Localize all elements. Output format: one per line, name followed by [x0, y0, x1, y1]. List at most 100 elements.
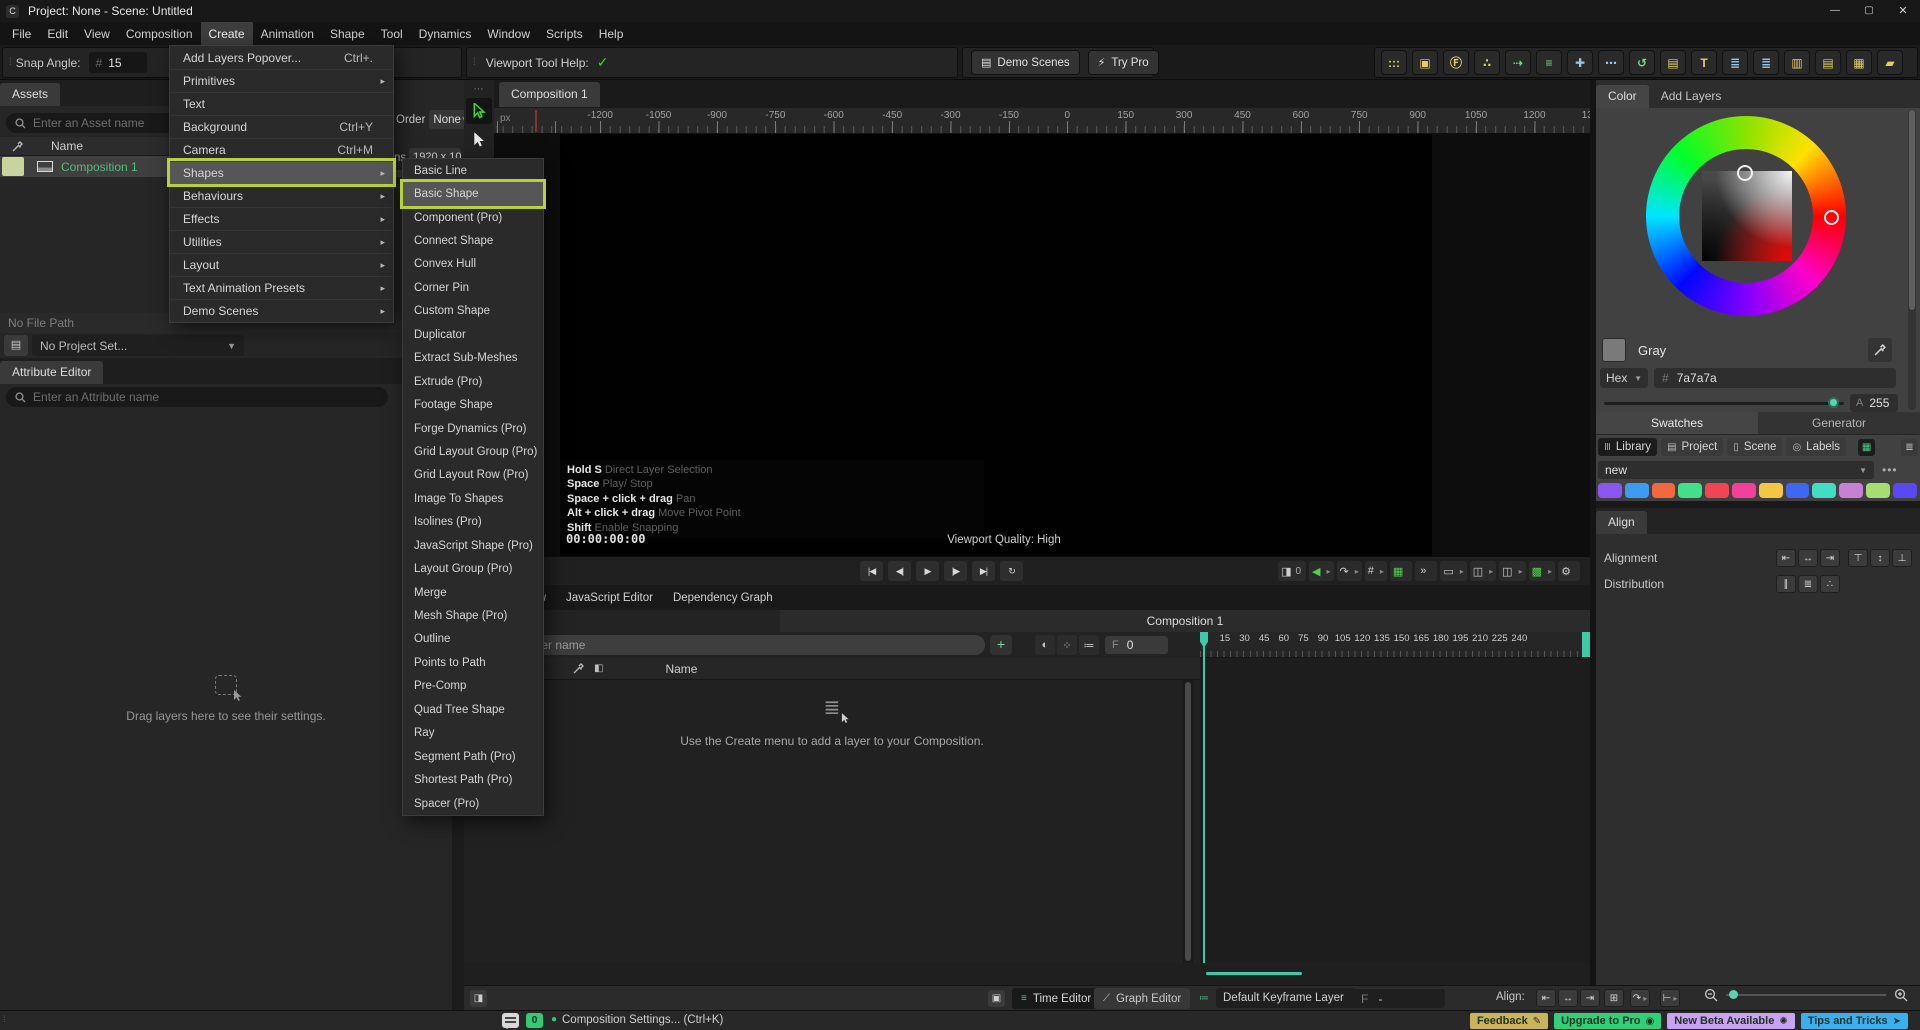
eyedropper-icon[interactable] [573, 663, 584, 674]
gantt-bars-b-icon[interactable]: ≣ [1753, 50, 1779, 75]
swatch-source-button[interactable]: ▯Scene [1727, 438, 1782, 456]
play-button[interactable]: ▶ [916, 561, 939, 581]
timeline-h-scrollbar[interactable] [1206, 972, 1302, 975]
panel-toggle-mid-icon[interactable]: ▣ [988, 990, 1005, 1007]
drag-grip-icon[interactable]: ⁞ [3, 1014, 6, 1024]
create-menu-item[interactable]: Shapes ▸ [170, 161, 393, 184]
shapes-submenu-item[interactable]: Image To Shapes [403, 487, 543, 510]
color-swatch[interactable] [1759, 483, 1783, 498]
eyedropper-icon[interactable] [12, 141, 23, 152]
shapes-submenu-item[interactable]: Footage Shape [403, 393, 543, 416]
menu-item[interactable]: Composition [118, 22, 201, 45]
panel-dots-icon[interactable]: ⋯ [464, 84, 494, 95]
select-tool-button[interactable] [466, 98, 492, 124]
order-select[interactable]: None ▼ [429, 110, 467, 129]
sv-selector[interactable] [1737, 165, 1753, 181]
filmstrip-icon[interactable]: ▤ [1660, 50, 1686, 75]
demo-scenes-button[interactable]: ▤ Demo Scenes [971, 50, 1080, 75]
create-menu-item[interactable]: Add Layers Popover... Ctrl+. [170, 46, 393, 69]
keyframe-layer-icon[interactable]: ≔ [1196, 990, 1212, 1006]
status-action-button[interactable]: Feedback✎ [1470, 1013, 1548, 1029]
menu-item[interactable]: Window [479, 22, 538, 45]
shapes-submenu-item[interactable]: Isolines (Pro) [403, 511, 543, 534]
check-icon[interactable]: ✓ [597, 54, 609, 71]
camera-icon[interactable]: ▰ [1877, 50, 1903, 75]
create-menu-item[interactable]: Primitives ▸ [170, 69, 393, 92]
create-menu-item[interactable]: Layout ▸ [170, 253, 393, 276]
hue-selector[interactable] [1824, 210, 1839, 225]
color-swatch[interactable] [1839, 483, 1863, 498]
color-swatch[interactable] [1866, 483, 1890, 498]
shapes-submenu-item[interactable]: Duplicator [403, 323, 543, 346]
panel-toggle-left-icon[interactable]: ◨ [470, 990, 487, 1007]
timeline-ruler[interactable]: 0153045607590105120135150165180195210225… [1200, 632, 1590, 658]
tab-generator[interactable]: Generator [1758, 412, 1920, 434]
interpolation-button[interactable]: ↷▸ [1630, 989, 1650, 1007]
current-frame-field[interactable]: F 0 [1105, 636, 1168, 654]
snap-angle-input[interactable]: # 15 [89, 52, 147, 73]
hex-input[interactable]: # 7a7a7a [1654, 368, 1896, 388]
shapes-submenu-item[interactable]: Quad Tree Shape [403, 698, 543, 721]
f-badge-icon[interactable]: Ⓕ [1443, 50, 1469, 75]
rows-icon[interactable]: ▤ [1815, 50, 1841, 75]
create-menu-item[interactable]: Background Ctrl+Y [170, 115, 393, 138]
frame-field[interactable]: F - [1353, 989, 1445, 1008]
cross-dots-icon[interactable]: ✚ [1567, 50, 1593, 75]
palette-select[interactable]: new ▼ [1598, 461, 1874, 479]
shapes-submenu-item[interactable]: Forge Dynamics (Pro) [403, 417, 543, 440]
shapes-submenu-item[interactable]: Basic Line [403, 159, 543, 182]
shapes-submenu-item[interactable]: Shortest Path (Pro) [403, 768, 543, 791]
zoom-in-icon[interactable] [1894, 988, 1908, 1002]
audio-icon[interactable]: ◀▸ [1309, 561, 1333, 581]
distribute-spacing-button[interactable]: ∴ [1820, 575, 1840, 593]
align-bottom-button[interactable]: ⊥ [1892, 549, 1912, 567]
menu-item[interactable]: File [4, 22, 39, 45]
ellipsis-dots-icon[interactable]: ⋯ [1598, 50, 1624, 75]
color-swatch[interactable] [1678, 483, 1702, 498]
loop-button[interactable]: ↻ [1000, 561, 1023, 581]
align-left-button[interactable]: ⇤ [1776, 549, 1796, 567]
tl-align-center-button[interactable]: ↔ [1558, 989, 1578, 1007]
drag-grip-icon[interactable]: ⁞ [9, 57, 10, 68]
shapes-submenu-item[interactable]: Extract Sub-Meshes [403, 347, 543, 370]
go-to-start-button[interactable]: |◀ [860, 561, 883, 581]
create-menu-item[interactable]: Utilities ▸ [170, 230, 393, 253]
zoom-slider-knob[interactable] [1729, 990, 1738, 999]
scatter-points-icon[interactable]: ∴ [1474, 50, 1500, 75]
layer-list-scrollbar[interactable] [1183, 680, 1193, 963]
grid-view-button[interactable]: ▦ [1858, 439, 1875, 456]
minimize-button[interactable]: — [1818, 0, 1852, 22]
align-top-button[interactable]: ⊤ [1848, 549, 1868, 567]
grid-overlay-icon[interactable]: #▸ [1365, 561, 1387, 581]
layer-search-input[interactable]: Enter a Layer name [470, 635, 985, 655]
message-count-badge[interactable]: 0 [526, 1013, 543, 1028]
settings-gear-icon[interactable]: ⚙ [1558, 561, 1580, 581]
shapes-submenu-item[interactable]: Component (Pro) [403, 206, 543, 229]
cube-icon[interactable]: ▣ [1412, 50, 1438, 75]
tab-align[interactable]: Align [1596, 511, 1647, 534]
snap-playhead-button[interactable]: ⊢▸ [1660, 989, 1680, 1007]
visibility-toggle-icon[interactable]: ◧ [594, 663, 603, 674]
align-middle-button[interactable]: ↕ [1870, 549, 1890, 567]
distribute-vertical-button[interactable]: ≣ [1798, 575, 1818, 593]
layers-icon[interactable]: ◫▸ [1470, 561, 1496, 581]
go-to-end-button[interactable]: ▶| [972, 561, 995, 581]
menu-item[interactable]: View [76, 22, 118, 45]
alpha-slider-knob[interactable] [1828, 397, 1839, 408]
work-area-end-marker[interactable] [1582, 632, 1590, 658]
eyedropper-button[interactable] [1868, 338, 1892, 362]
menu-item[interactable]: Help [591, 22, 632, 45]
previous-frame-button[interactable]: ◀| [888, 561, 911, 581]
tab-add-layers[interactable]: Add Layers [1649, 85, 1734, 108]
shapes-submenu-item[interactable]: Merge [403, 581, 543, 604]
tab-swatches[interactable]: Swatches [1596, 412, 1758, 434]
close-button[interactable]: ✕ [1886, 0, 1920, 22]
tab-color[interactable]: Color [1596, 85, 1649, 108]
list-view-button[interactable]: ≣ [1901, 439, 1918, 456]
alpha-slider[interactable] [1604, 402, 1844, 405]
solo-filter-icon[interactable]: ◐ [1035, 635, 1055, 655]
timeline-track-area[interactable] [1200, 658, 1590, 963]
align-center-h-button[interactable]: ↔ [1798, 549, 1818, 567]
menu-item[interactable]: Create [201, 22, 253, 45]
next-frame-button[interactable]: |▶ [944, 561, 967, 581]
